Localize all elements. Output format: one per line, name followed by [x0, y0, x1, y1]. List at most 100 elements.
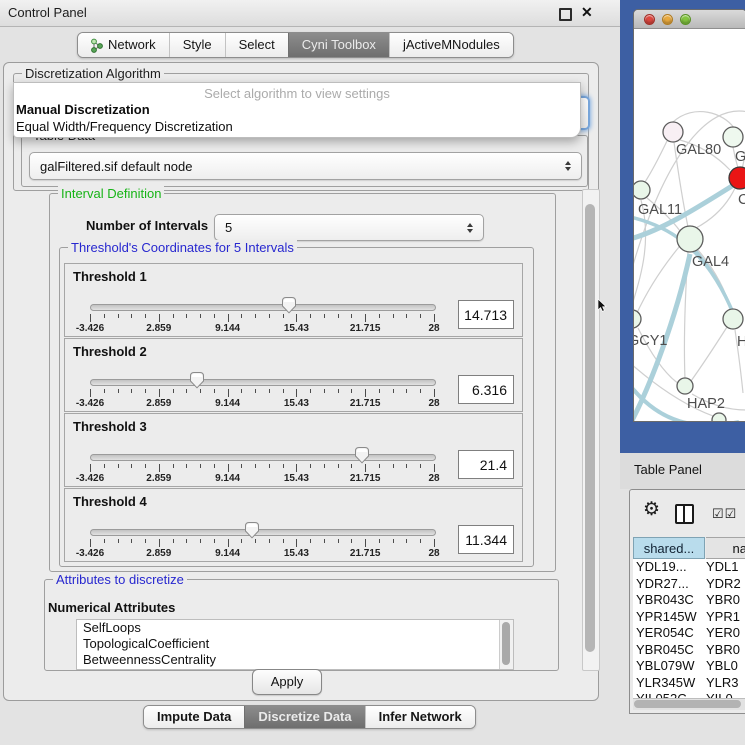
slider-track[interactable]	[90, 529, 436, 536]
panel-vertical-scrollbar[interactable]	[582, 189, 600, 671]
slider-tick	[393, 389, 394, 393]
node-hap2[interactable]	[677, 378, 693, 394]
threshold-slider-1[interactable]: -3.4262.8599.14415.4321.71528	[90, 294, 434, 334]
slider-tick	[351, 314, 352, 318]
table-row[interactable]: YDL19...YDL1	[633, 559, 745, 576]
threshold-panel-1: Threshold 1-3.4262.8599.14415.4321.71528…	[64, 263, 523, 337]
table-row[interactable]: YER054CYER0	[633, 625, 745, 642]
checkbox-icons[interactable]: ☑☑	[712, 506, 737, 522]
slider-thumb[interactable]	[281, 296, 297, 314]
float-window-icon[interactable]	[559, 8, 572, 21]
threshold-panel-3: Threshold 3-3.4262.8599.14415.4321.71528…	[64, 413, 523, 487]
node-table-body[interactable]: YDL19...YDL1YDR27...YDR2YBR043CYBR0YPR14…	[633, 559, 745, 698]
cell-shared-name: YBL079W	[636, 658, 695, 675]
close-traffic-light[interactable]	[644, 14, 655, 25]
columns-icon[interactable]	[675, 504, 694, 524]
tab-cyni-toolbox[interactable]: Cyni Toolbox	[288, 33, 389, 57]
algorithm-option-manual[interactable]: Manual Discretization	[16, 102, 150, 117]
node-red-selected[interactable]	[729, 167, 745, 189]
table-horizontal-scrollbar[interactable]	[633, 698, 745, 710]
minimize-traffic-light[interactable]	[662, 14, 673, 25]
numerical-attributes-list[interactable]: SelfLoopsTopologicalCoefficientBetweenne…	[76, 619, 514, 670]
threshold-value-field[interactable]: 6.316	[458, 375, 514, 404]
cell-shared-name: YIL052C	[636, 691, 687, 698]
slider-tick	[379, 539, 380, 543]
network-window-titlebar[interactable]	[634, 10, 745, 29]
node-gcy1[interactable]	[634, 310, 641, 328]
algorithm-option-equal-width[interactable]: Equal Width/Frequency Discretization	[16, 119, 233, 134]
tab-style[interactable]: Style	[169, 33, 225, 57]
table-row[interactable]: YBL079WYBL0	[633, 658, 745, 675]
slider-tick	[159, 464, 160, 472]
node-label-hap2: HAP2	[687, 396, 725, 412]
node-right-low[interactable]	[723, 309, 743, 329]
slider-tick	[283, 314, 284, 318]
slider-tick	[241, 314, 242, 318]
slider-tick	[420, 314, 421, 318]
slider-thumb[interactable]	[244, 521, 260, 539]
attribute-list-item[interactable]: SelfLoops	[77, 620, 513, 636]
slider-track[interactable]	[90, 304, 436, 311]
node-top-right[interactable]	[723, 127, 743, 147]
slider-tick	[90, 464, 91, 472]
algorithm-dropdown-prompt: Select algorithm to view settings	[14, 86, 580, 101]
tab-network[interactable]: Network	[78, 33, 169, 57]
threshold-slider-3[interactable]: -3.4262.8599.14415.4321.71528	[90, 444, 434, 484]
network-view-window[interactable]: GAL80 GA C GAL11 GAL4 GCY1 H HAP2	[633, 9, 745, 422]
slider-track[interactable]	[90, 454, 436, 461]
table-row[interactable]: YDR27...YDR2	[633, 576, 745, 593]
zoom-traffic-light[interactable]	[680, 14, 691, 25]
discretization-algorithm-group-title: Discretization Algorithm	[22, 66, 164, 81]
node-gal80[interactable]	[663, 122, 683, 142]
table-row[interactable]: YLR345WYLR3	[633, 675, 745, 692]
slider-tick	[420, 464, 421, 468]
threshold-slider-4[interactable]: -3.4262.8599.14415.4321.71528	[90, 519, 434, 559]
table-horizontal-scrollbar-thumb[interactable]	[634, 700, 741, 708]
cyni-bottom-tabbar: Impute Data Discretize DataInfer Network	[143, 705, 476, 729]
node-gal4[interactable]	[677, 226, 703, 252]
node-gal11[interactable]	[634, 181, 650, 199]
tab-jactivemnodules[interactable]: jActiveMNodules	[389, 33, 513, 57]
slider-thumb[interactable]	[354, 446, 370, 464]
threshold-value-field[interactable]: 11.344	[458, 525, 514, 554]
slider-tick	[338, 389, 339, 393]
tab-infer-network[interactable]: Infer Network	[365, 706, 475, 728]
slider-tick	[104, 389, 105, 393]
close-icon[interactable]: ✕	[581, 4, 593, 21]
slider-tick	[145, 464, 146, 468]
gear-icon[interactable]: ⚙	[643, 498, 660, 521]
tab-impute-data[interactable]: Impute Data	[144, 706, 244, 728]
cell-shared-name: YBR043C	[636, 592, 694, 609]
apply-button[interactable]: Apply	[252, 669, 322, 695]
attributes-list-scrollbar[interactable]	[499, 620, 513, 669]
table-row[interactable]: YBR045CYBR0	[633, 642, 745, 659]
slider-tick	[406, 539, 407, 543]
network-canvas[interactable]: GAL80 GA C GAL11 GAL4 GCY1 H HAP2	[634, 28, 745, 421]
attribute-list-item[interactable]: TopologicalCoefficient	[77, 636, 513, 652]
column-header-shared-name[interactable]: shared...	[633, 537, 705, 559]
attribute-list-item[interactable]: BetweennessCentrality	[77, 652, 513, 668]
table-row[interactable]: YIL052CYIL0	[633, 691, 745, 698]
tab-select[interactable]: Select	[225, 33, 288, 57]
table-row[interactable]: YPR145WYPR1	[633, 609, 745, 626]
slider-tick-label: -3.426	[76, 548, 104, 559]
slider-tick	[131, 314, 132, 318]
tab-discretize-data[interactable]: Discretize Data	[244, 706, 364, 728]
table-row[interactable]: YBR043CYBR0	[633, 592, 745, 609]
slider-tick	[310, 464, 311, 468]
number-of-intervals-combobox[interactable]: 5	[214, 214, 484, 241]
slider-tick	[186, 389, 187, 393]
slider-thumb[interactable]	[189, 371, 205, 389]
column-header-name[interactable]: na	[706, 537, 745, 559]
tab-label: Impute Data	[157, 706, 231, 728]
threshold-slider-2[interactable]: -3.4262.8599.14415.4321.71528	[90, 369, 434, 409]
slider-tick	[255, 314, 256, 318]
node-bottom[interactable]	[712, 413, 726, 421]
threshold-value-field[interactable]: 21.4	[458, 450, 514, 479]
slider-track[interactable]	[90, 379, 436, 386]
panel-vertical-scrollbar-thumb[interactable]	[585, 204, 595, 652]
threshold-value-field[interactable]: 14.713	[458, 300, 514, 329]
attributes-list-scrollbar-thumb[interactable]	[502, 622, 510, 665]
cyni-toolbox-panel: Discretization Algorithm Select algorith…	[3, 62, 599, 701]
table-data-combobox[interactable]: galFiltered.sif default node	[29, 152, 582, 180]
